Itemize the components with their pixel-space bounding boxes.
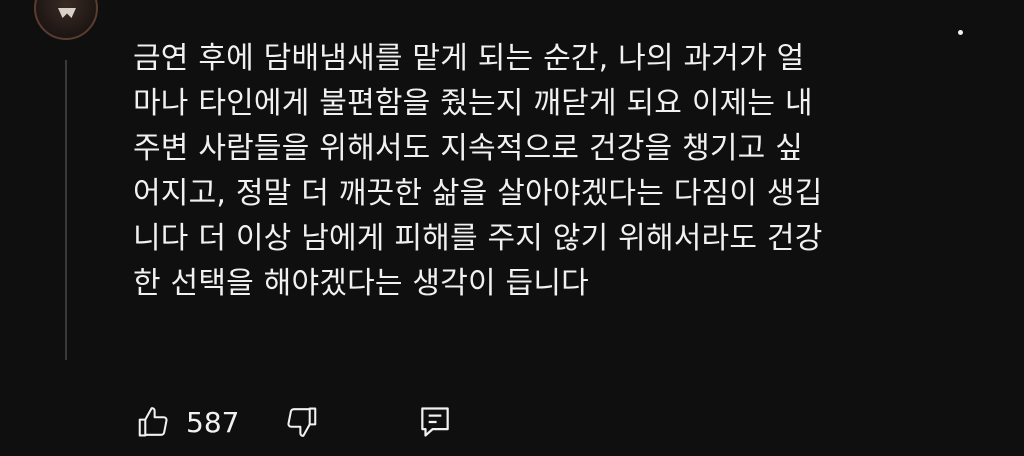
more-options-button[interactable] <box>950 18 970 38</box>
reply-comment-icon <box>421 407 450 437</box>
comment-text-line: 주변 사람들을 위해서도 지속적으로 건강을 챙기고 싶 <box>133 131 804 166</box>
thread-line <box>65 60 67 360</box>
comment-text: 금연 후에 담배냄새를 맡게 되는 순간, 나의 과거가 얼 마나 타인에게 불… <box>133 36 933 306</box>
avatar-emblem-icon <box>58 8 76 18</box>
comment-text-line: 니다 더 이상 남에게 피해를 주지 않기 위해서라도 건강 <box>133 221 823 256</box>
comment-actions: 587 <box>132 400 457 444</box>
comment-text-line: 어지고, 정말 더 깨끗한 삶을 살아야겠다는 다짐이 생깁 <box>133 176 823 211</box>
dislike-button[interactable] <box>279 400 323 444</box>
more-options-icon <box>957 29 963 35</box>
like-button[interactable] <box>132 400 176 444</box>
comment-text-line: 금연 후에 담배냄새를 맡게 되는 순간, 나의 과거가 얼 <box>133 41 805 76</box>
avatar[interactable] <box>34 0 98 40</box>
comment-text-line: 한 선택을 해야겠다는 생각이 듭니다 <box>133 266 589 301</box>
thumbs-up-icon <box>138 407 168 437</box>
comment-card: 금연 후에 담배냄새를 맡게 되는 순간, 나의 과거가 얼 마나 타인에게 불… <box>0 0 1024 456</box>
like-count: 587 <box>186 405 240 439</box>
comment-text-line: 마나 타인에게 불편함을 줬는지 깨닫게 되요 이제는 내 <box>133 86 813 121</box>
thumbs-down-icon <box>287 407 317 437</box>
reply-button[interactable] <box>413 400 457 444</box>
